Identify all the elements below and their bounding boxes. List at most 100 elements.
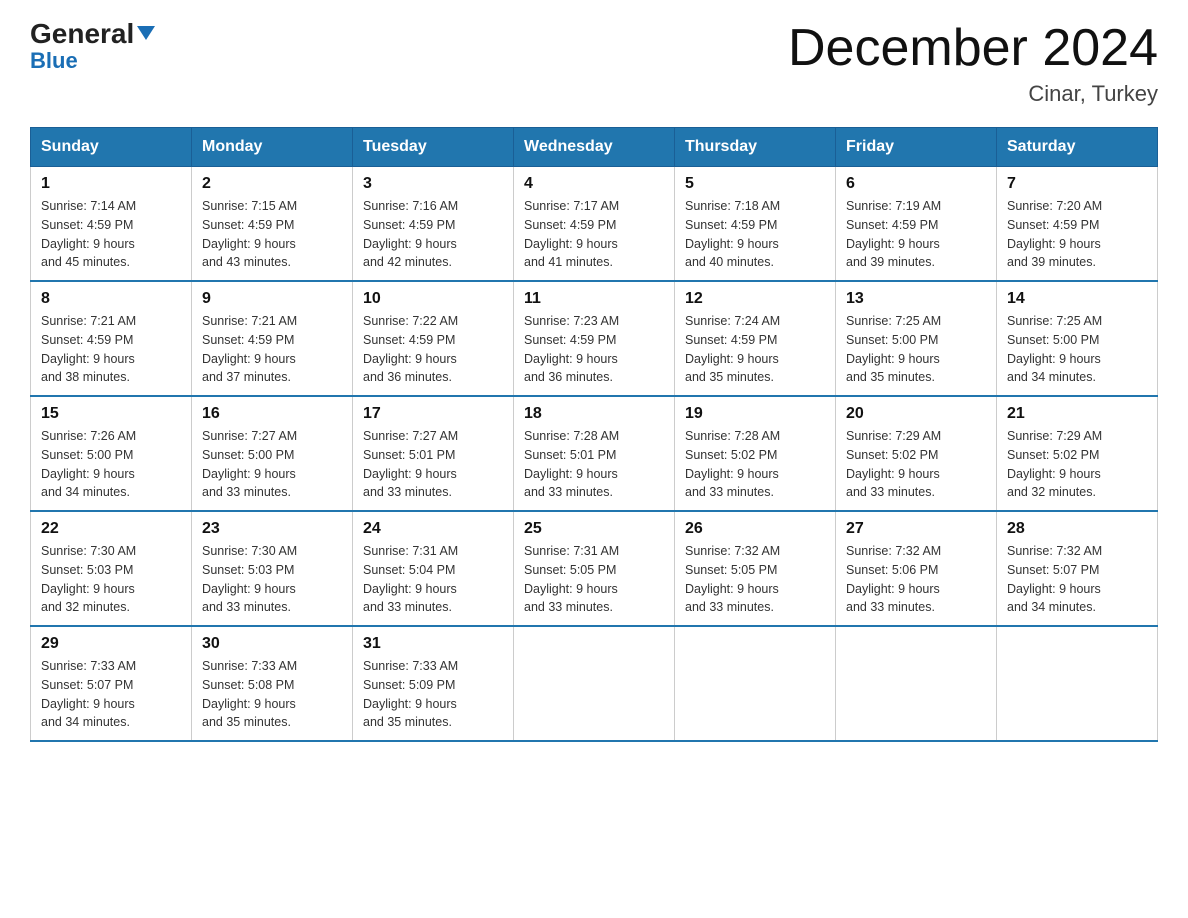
calendar-cell: 22 Sunrise: 7:30 AMSunset: 5:03 PMDayligh… (31, 511, 192, 626)
logo-general-text: General (30, 20, 155, 48)
day-number: 29 (41, 635, 181, 653)
calendar-cell: 3Sunrise: 7:16 AMSunset: 4:59 PMDaylight… (353, 167, 514, 282)
calendar-cell (514, 626, 675, 741)
page-header: General Blue December 2024 Cinar, Turkey (30, 20, 1158, 107)
day-number: 1 (41, 175, 181, 193)
day-info: Sunrise: 7:32 AMSunset: 5:07 PMDaylight:… (1007, 542, 1147, 617)
day-info: Sunrise: 7:32 AMSunset: 5:06 PMDaylight:… (846, 542, 986, 617)
day-info: Sunrise: 7:33 AMSunset: 5:07 PMDaylight:… (41, 657, 181, 732)
day-number: 18 (524, 405, 664, 423)
day-info: Sunrise: 7:25 AMSunset: 5:00 PMDaylight:… (846, 312, 986, 387)
calendar-cell: 17 Sunrise: 7:27 AMSunset: 5:01 PMDayligh… (353, 396, 514, 511)
day-info: Sunrise: 7:24 AMSunset: 4:59 PMDaylight:… (685, 312, 825, 387)
day-info: Sunrise: 7:29 AMSunset: 5:02 PMDaylight:… (846, 427, 986, 502)
day-info: Sunrise: 7:23 AMSunset: 4:59 PMDaylight:… (524, 312, 664, 387)
day-info: Sunrise: 7:28 AMSunset: 5:01 PMDaylight:… (524, 427, 664, 502)
day-number: 15 (41, 405, 181, 423)
logo-blue-text: Blue (30, 50, 78, 72)
day-number: 4 (524, 175, 664, 193)
day-info: Sunrise: 7:31 AMSunset: 5:05 PMDaylight:… (524, 542, 664, 617)
day-info: Sunrise: 7:32 AMSunset: 5:05 PMDaylight:… (685, 542, 825, 617)
day-info: Sunrise: 7:30 AMSunset: 5:03 PMDaylight:… (41, 542, 181, 617)
day-info: Sunrise: 7:31 AMSunset: 5:04 PMDaylight:… (363, 542, 503, 617)
day-number: 10 (363, 290, 503, 308)
day-number: 6 (846, 175, 986, 193)
calendar-cell: 24 Sunrise: 7:31 AMSunset: 5:04 PMDayligh… (353, 511, 514, 626)
day-number: 5 (685, 175, 825, 193)
calendar-cell: 14Sunrise: 7:25 AMSunset: 5:00 PMDayligh… (997, 281, 1158, 396)
calendar-week-row: 15Sunrise: 7:26 AMSunset: 5:00 PMDayligh… (31, 396, 1158, 511)
calendar-cell: 23Sunrise: 7:30 AMSunset: 5:03 PMDayligh… (192, 511, 353, 626)
day-info: Sunrise: 7:17 AMSunset: 4:59 PMDaylight:… (524, 197, 664, 272)
day-number: 17 (363, 405, 503, 423)
calendar-cell: 25 Sunrise: 7:31 AMSunset: 5:05 PMDayligh… (514, 511, 675, 626)
day-number: 22 (41, 520, 181, 538)
day-info: Sunrise: 7:33 AMSunset: 5:08 PMDaylight:… (202, 657, 342, 732)
calendar-cell: 5 Sunrise: 7:18 AMSunset: 4:59 PMDaylight… (675, 167, 836, 282)
calendar-cell: 21Sunrise: 7:29 AMSunset: 5:02 PMDayligh… (997, 396, 1158, 511)
day-info: Sunrise: 7:28 AMSunset: 5:02 PMDaylight:… (685, 427, 825, 502)
title-block: December 2024 Cinar, Turkey (788, 20, 1158, 107)
calendar-cell: 20 Sunrise: 7:29 AMSunset: 5:02 PMDayligh… (836, 396, 997, 511)
location: Cinar, Turkey (788, 81, 1158, 107)
calendar-cell (997, 626, 1158, 741)
day-info: Sunrise: 7:22 AMSunset: 4:59 PMDaylight:… (363, 312, 503, 387)
day-number: 11 (524, 290, 664, 308)
calendar-cell: 8 Sunrise: 7:21 AMSunset: 4:59 PMDaylight… (31, 281, 192, 396)
day-number: 30 (202, 635, 342, 653)
calendar-week-row: 22 Sunrise: 7:30 AMSunset: 5:03 PMDayligh… (31, 511, 1158, 626)
calendar-header-row: SundayMondayTuesdayWednesdayThursdayFrid… (31, 128, 1158, 167)
day-info: Sunrise: 7:25 AMSunset: 5:00 PMDaylight:… (1007, 312, 1147, 387)
day-number: 8 (41, 290, 181, 308)
day-info: Sunrise: 7:21 AMSunset: 4:59 PMDaylight:… (202, 312, 342, 387)
calendar-week-row: 29 Sunrise: 7:33 AMSunset: 5:07 PMDayligh… (31, 626, 1158, 741)
day-number: 19 (685, 405, 825, 423)
day-number: 2 (202, 175, 342, 193)
calendar-cell (836, 626, 997, 741)
day-number: 21 (1007, 405, 1147, 423)
calendar-cell: 7Sunrise: 7:20 AMSunset: 4:59 PMDaylight… (997, 167, 1158, 282)
day-info: Sunrise: 7:20 AMSunset: 4:59 PMDaylight:… (1007, 197, 1147, 272)
calendar-cell: 31Sunrise: 7:33 AMSunset: 5:09 PMDayligh… (353, 626, 514, 741)
calendar-cell: 28 Sunrise: 7:32 AMSunset: 5:07 PMDayligh… (997, 511, 1158, 626)
calendar-cell: 15Sunrise: 7:26 AMSunset: 5:00 PMDayligh… (31, 396, 192, 511)
header-sunday: Sunday (31, 128, 192, 167)
calendar-cell: 6 Sunrise: 7:19 AMSunset: 4:59 PMDaylight… (836, 167, 997, 282)
day-number: 16 (202, 405, 342, 423)
day-number: 26 (685, 520, 825, 538)
calendar-cell: 13 Sunrise: 7:25 AMSunset: 5:00 PMDayligh… (836, 281, 997, 396)
calendar-cell: 4 Sunrise: 7:17 AMSunset: 4:59 PMDaylight… (514, 167, 675, 282)
day-number: 20 (846, 405, 986, 423)
header-monday: Monday (192, 128, 353, 167)
calendar-cell: 29 Sunrise: 7:33 AMSunset: 5:07 PMDayligh… (31, 626, 192, 741)
logo: General Blue (30, 20, 155, 72)
calendar-cell (675, 626, 836, 741)
calendar-cell: 19 Sunrise: 7:28 AMSunset: 5:02 PMDayligh… (675, 396, 836, 511)
header-wednesday: Wednesday (514, 128, 675, 167)
day-number: 12 (685, 290, 825, 308)
day-number: 24 (363, 520, 503, 538)
calendar-cell: 16 Sunrise: 7:27 AMSunset: 5:00 PMDayligh… (192, 396, 353, 511)
header-thursday: Thursday (675, 128, 836, 167)
header-tuesday: Tuesday (353, 128, 514, 167)
calendar-cell: 18 Sunrise: 7:28 AMSunset: 5:01 PMDayligh… (514, 396, 675, 511)
day-info: Sunrise: 7:15 AMSunset: 4:59 PMDaylight:… (202, 197, 342, 272)
day-number: 9 (202, 290, 342, 308)
calendar-week-row: 8 Sunrise: 7:21 AMSunset: 4:59 PMDaylight… (31, 281, 1158, 396)
day-info: Sunrise: 7:21 AMSunset: 4:59 PMDaylight:… (41, 312, 181, 387)
calendar-cell: 2 Sunrise: 7:15 AMSunset: 4:59 PMDaylight… (192, 167, 353, 282)
day-number: 28 (1007, 520, 1147, 538)
calendar-cell: 30 Sunrise: 7:33 AMSunset: 5:08 PMDayligh… (192, 626, 353, 741)
day-number: 13 (846, 290, 986, 308)
calendar-cell: 12 Sunrise: 7:24 AMSunset: 4:59 PMDayligh… (675, 281, 836, 396)
day-info: Sunrise: 7:18 AMSunset: 4:59 PMDaylight:… (685, 197, 825, 272)
logo-triangle-icon (137, 26, 155, 40)
day-info: Sunrise: 7:27 AMSunset: 5:00 PMDaylight:… (202, 427, 342, 502)
calendar-cell: 11 Sunrise: 7:23 AMSunset: 4:59 PMDayligh… (514, 281, 675, 396)
day-info: Sunrise: 7:27 AMSunset: 5:01 PMDaylight:… (363, 427, 503, 502)
day-info: Sunrise: 7:16 AMSunset: 4:59 PMDaylight:… (363, 197, 503, 272)
calendar-cell: 1Sunrise: 7:14 AMSunset: 4:59 PMDaylight… (31, 167, 192, 282)
day-info: Sunrise: 7:19 AMSunset: 4:59 PMDaylight:… (846, 197, 986, 272)
day-number: 25 (524, 520, 664, 538)
calendar-cell: 9 Sunrise: 7:21 AMSunset: 4:59 PMDaylight… (192, 281, 353, 396)
